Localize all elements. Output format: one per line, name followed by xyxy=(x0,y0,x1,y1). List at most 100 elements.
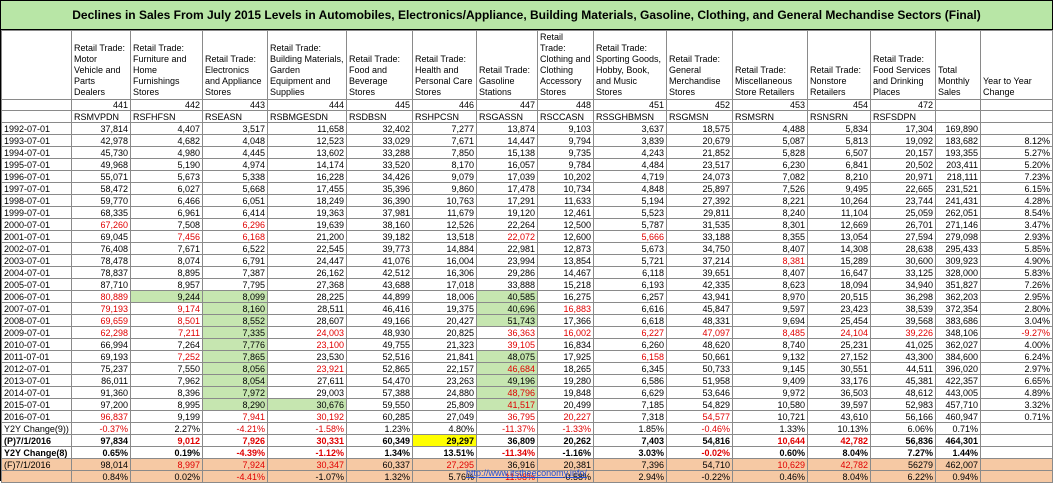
data-cell: 0.60% xyxy=(732,446,808,459)
data-cell: 6,158 xyxy=(593,350,667,363)
data-cell: 8.04% xyxy=(807,446,871,459)
data-cell: 20,825 xyxy=(412,326,477,339)
data-cell: 4,048 xyxy=(202,134,268,147)
data-cell: 27,392 xyxy=(666,194,733,207)
data-cell: 54,816 xyxy=(666,434,733,447)
table-row: 2007-07-01 79,193 9,174 8,160 28,511 46,416 19… xyxy=(1,302,1053,315)
data-cell: 67,260 xyxy=(71,218,131,231)
data-cell: 12,461 xyxy=(537,206,594,219)
series-code: RSDBSN xyxy=(346,110,413,123)
data-cell: 23,994 xyxy=(476,254,538,267)
data-cell: 86,011 xyxy=(71,374,131,387)
data-cell: 7.26% xyxy=(980,278,1053,291)
series-code: RSHPCSN xyxy=(412,110,477,123)
data-cell: 42,335 xyxy=(666,278,733,291)
data-cell: 41,025 xyxy=(870,338,936,351)
data-cell: 33,888 xyxy=(476,278,538,291)
data-cell: 97,834 xyxy=(71,434,131,447)
data-cell: 13,854 xyxy=(537,254,594,267)
data-cell: 7,850 xyxy=(412,146,477,159)
data-cell: 43,300 xyxy=(870,350,936,363)
data-cell: 20,499 xyxy=(537,398,594,411)
data-cell: 7,972 xyxy=(202,386,268,399)
data-cell: 6.06% xyxy=(870,422,936,435)
data-cell: 0.71% xyxy=(980,410,1053,423)
data-cell: 54,470 xyxy=(346,374,413,387)
table-row: 1992-07-01 37,814 4,407 3,517 11,658 32,402 7,… xyxy=(1,122,1053,135)
data-cell: 51,958 xyxy=(666,374,733,387)
data-cell: 372,354 xyxy=(935,302,981,315)
column-header: Retail Trade: Motor Vehicle and Parts De… xyxy=(71,30,131,100)
row-label: 1999-07-01 xyxy=(1,206,72,219)
header-corner xyxy=(1,99,72,111)
data-cell: 0.65% xyxy=(71,446,131,459)
data-cell: 16,883 xyxy=(537,302,594,315)
data-cell: 8,240 xyxy=(732,206,808,219)
data-cell: -1.58% xyxy=(267,422,347,435)
data-cell: 1.34% xyxy=(346,446,413,459)
data-cell: 9,784 xyxy=(537,158,594,171)
data-cell: 27,368 xyxy=(267,278,347,291)
column-header: Retail Trade: Food Services and Drinking… xyxy=(870,30,936,100)
data-cell: 8,170 xyxy=(412,158,477,171)
data-cell: 7,277 xyxy=(412,122,477,135)
data-cell: 8,407 xyxy=(732,266,808,279)
data-cell: 3.04% xyxy=(980,314,1053,327)
footer-link[interactable]: http://www.itstheeconomy.info/ xyxy=(466,468,587,478)
table-row: 2006-07-01 80,889 9,244 8,099 28,225 44,899 18… xyxy=(1,290,1053,303)
data-cell: 19,092 xyxy=(870,134,936,147)
data-cell: 26,701 xyxy=(870,218,936,231)
data-cell: 37,981 xyxy=(346,206,413,219)
data-cell: 6,791 xyxy=(202,254,268,267)
table-row: 2015-07-01 97,200 8,995 8,290 30,676 59,550 25… xyxy=(1,398,1053,411)
table-row: 2005-07-01 87,710 8,957 7,795 27,368 43,688 17… xyxy=(1,278,1053,291)
data-cell: 9,735 xyxy=(537,146,594,159)
data-cell: 4,980 xyxy=(130,146,203,159)
data-cell: 9,495 xyxy=(807,182,871,195)
data-cell: 41,076 xyxy=(346,254,413,267)
data-cell: 4,719 xyxy=(593,170,667,183)
table-row: 2009-07-01 62,298 7,211 7,335 24,003 48,930 20… xyxy=(1,326,1053,339)
column-number: 454 xyxy=(807,99,871,111)
data-cell: 8,623 xyxy=(732,278,808,291)
data-cell: 11,679 xyxy=(412,206,477,219)
data-cell xyxy=(980,122,1053,135)
data-cell: 25,059 xyxy=(870,206,936,219)
data-cell: 6,051 xyxy=(202,194,268,207)
series-code: RSCCASN xyxy=(537,110,594,123)
data-cell: 18,094 xyxy=(807,278,871,291)
data-cell: 48,796 xyxy=(476,386,538,399)
data-cell: 3,839 xyxy=(593,134,667,147)
data-cell: 8,301 xyxy=(732,218,808,231)
data-cell: 33,176 xyxy=(807,374,871,387)
data-cell: 19,120 xyxy=(476,206,538,219)
data-cell: 183,682 xyxy=(935,134,981,147)
data-cell: 5.85% xyxy=(980,242,1053,255)
data-cell: 3,637 xyxy=(593,122,667,135)
data-cell: 69,659 xyxy=(71,314,131,327)
data-cell: 39,182 xyxy=(346,230,413,243)
data-cell: 48,075 xyxy=(476,350,538,363)
data-cell: 38,160 xyxy=(346,218,413,231)
data-cell: 4.00% xyxy=(980,338,1053,351)
data-cell: 9,860 xyxy=(412,182,477,195)
data-cell: 23,100 xyxy=(267,338,347,351)
data-cell: 5,666 xyxy=(593,230,667,243)
data-cell: 17,925 xyxy=(537,350,594,363)
series-code xyxy=(935,110,981,123)
data-cell: 21,852 xyxy=(666,146,733,159)
data-cell xyxy=(980,434,1053,447)
data-cell: 62,298 xyxy=(71,326,131,339)
data-cell: 48,331 xyxy=(666,314,733,327)
data-cell: 7,508 xyxy=(130,218,203,231)
data-cell: 8,381 xyxy=(732,254,808,267)
data-cell: 218,111 xyxy=(935,170,981,183)
data-cell: 13,518 xyxy=(412,230,477,243)
row-label: 2011-07-01 xyxy=(1,350,72,363)
data-cell: 22,157 xyxy=(412,362,477,375)
data-cell: 26,162 xyxy=(267,266,347,279)
data-cell: 54,577 xyxy=(666,410,733,423)
data-cell: 8,740 xyxy=(732,338,808,351)
data-cell: 8.12% xyxy=(980,134,1053,147)
data-cell: 384,600 xyxy=(935,350,981,363)
